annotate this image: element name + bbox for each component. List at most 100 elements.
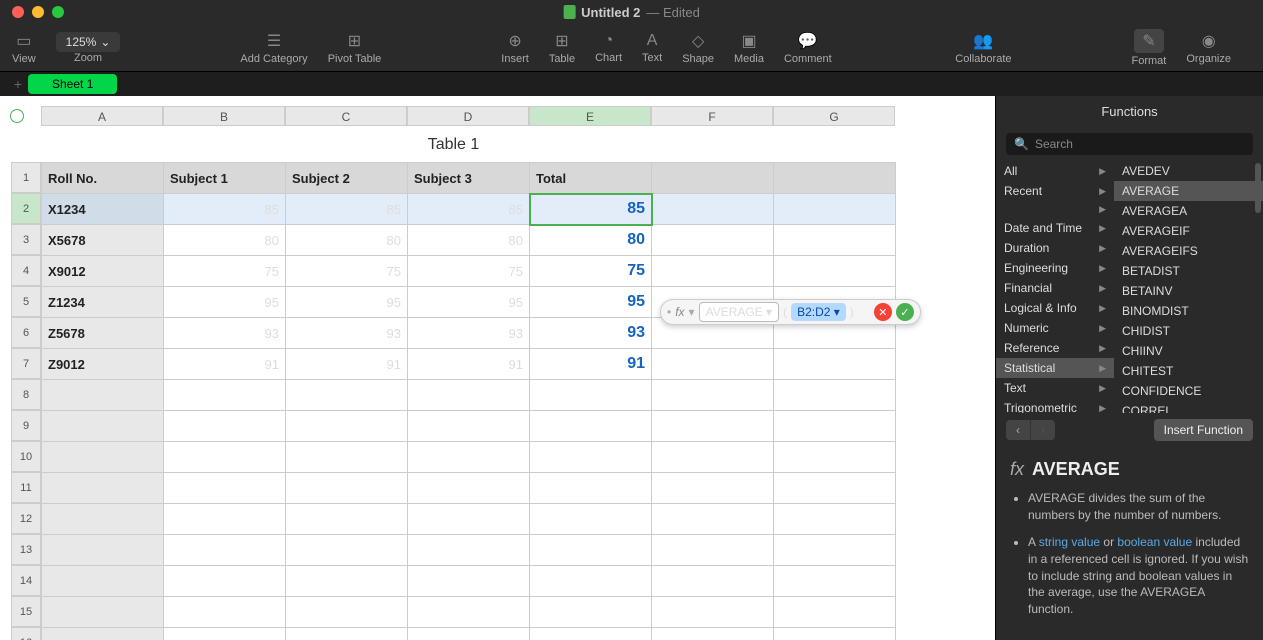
- col-header-e[interactable]: E: [529, 106, 651, 126]
- cell[interactable]: 80: [408, 225, 530, 256]
- cell[interactable]: [652, 442, 774, 473]
- formula-editor[interactable]: • fx ▾ AVERAGE ▾ ( B2:D2 ▾ ) ✕ ✓: [660, 299, 921, 325]
- formula-function-token[interactable]: AVERAGE ▾: [699, 302, 780, 322]
- cell[interactable]: [530, 442, 652, 473]
- nav-forward-button[interactable]: ›: [1030, 420, 1055, 440]
- cell[interactable]: 93: [164, 318, 286, 349]
- row-header-6[interactable]: 6: [11, 317, 41, 348]
- zoom-dropdown[interactable]: 125%⌄: [56, 32, 121, 52]
- hdr-s3[interactable]: Subject 3: [408, 163, 530, 194]
- row-header-16[interactable]: 16: [11, 627, 41, 640]
- cell[interactable]: [42, 628, 164, 640]
- category-item[interactable]: Financial▶: [996, 278, 1114, 298]
- zoom-control[interactable]: 125%⌄ Zoom: [56, 32, 121, 64]
- text-button[interactable]: A Text: [642, 32, 662, 64]
- cell[interactable]: [652, 535, 774, 566]
- cell-roll[interactable]: X1234: [42, 194, 164, 225]
- function-item[interactable]: CONFIDENCE: [1114, 381, 1263, 401]
- cell[interactable]: 91: [286, 349, 408, 380]
- cell[interactable]: [774, 349, 896, 380]
- cell[interactable]: [774, 411, 896, 442]
- cell[interactable]: [774, 473, 896, 504]
- cell[interactable]: [530, 411, 652, 442]
- table-title[interactable]: Table 1: [11, 126, 896, 162]
- function-search[interactable]: 🔍 Search: [1006, 133, 1253, 155]
- cell[interactable]: X9012: [42, 256, 164, 287]
- cell[interactable]: 80: [530, 225, 652, 256]
- function-item[interactable]: AVERAGEA: [1114, 201, 1263, 221]
- cell[interactable]: [42, 380, 164, 411]
- category-item[interactable]: Trigonometric▶: [996, 398, 1114, 413]
- category-item[interactable]: Date and Time▶: [996, 218, 1114, 238]
- insert-function-button[interactable]: Insert Function: [1154, 419, 1253, 441]
- cell[interactable]: [652, 628, 774, 640]
- cell[interactable]: [652, 256, 774, 287]
- row-header-13[interactable]: 13: [11, 534, 41, 565]
- boolean-value-link[interactable]: boolean value: [1117, 535, 1192, 549]
- add-sheet-button[interactable]: +: [8, 76, 28, 92]
- cell[interactable]: [408, 442, 530, 473]
- cell[interactable]: [164, 566, 286, 597]
- cell[interactable]: 85: [408, 194, 530, 225]
- spreadsheet-canvas[interactable]: A B C D E F G Table 1 1 2 3 4 5 6: [0, 96, 995, 640]
- category-item[interactable]: Recent▶: [996, 181, 1114, 201]
- cell[interactable]: [652, 163, 774, 194]
- cell[interactable]: [42, 504, 164, 535]
- cell[interactable]: [774, 256, 896, 287]
- close-window-button[interactable]: [12, 6, 24, 18]
- row-header-2[interactable]: 2: [11, 193, 41, 224]
- cell[interactable]: [774, 442, 896, 473]
- formula-range-token[interactable]: B2:D2 ▾: [791, 303, 846, 321]
- cell[interactable]: [164, 535, 286, 566]
- organize-button[interactable]: ◉ Organize: [1186, 31, 1231, 65]
- cell[interactable]: [774, 380, 896, 411]
- category-item[interactable]: Reference▶: [996, 338, 1114, 358]
- cell[interactable]: 93: [530, 318, 652, 349]
- cell[interactable]: [408, 628, 530, 640]
- cell[interactable]: [652, 225, 774, 256]
- col-header-c[interactable]: C: [285, 106, 407, 126]
- hdr-s1[interactable]: Subject 1: [164, 163, 286, 194]
- table-button[interactable]: ⊞ Table: [549, 31, 575, 65]
- insert-button[interactable]: ⊕ Insert: [501, 31, 529, 65]
- cell[interactable]: 91: [408, 349, 530, 380]
- add-category-button[interactable]: ☰ Add Category: [240, 31, 307, 65]
- row-header-15[interactable]: 15: [11, 596, 41, 627]
- col-header-f[interactable]: F: [651, 106, 773, 126]
- cell[interactable]: [42, 473, 164, 504]
- category-item[interactable]: ▶: [996, 201, 1114, 218]
- cell[interactable]: [652, 411, 774, 442]
- minimize-window-button[interactable]: [32, 6, 44, 18]
- col-header-b[interactable]: B: [163, 106, 285, 126]
- category-item[interactable]: All▶: [996, 161, 1114, 181]
- col-header-g[interactable]: G: [773, 106, 895, 126]
- function-item[interactable]: CHITEST: [1114, 361, 1263, 381]
- maximize-window-button[interactable]: [52, 6, 64, 18]
- category-item[interactable]: Numeric▶: [996, 318, 1114, 338]
- cell[interactable]: 85: [164, 194, 286, 225]
- cell[interactable]: [286, 380, 408, 411]
- cell[interactable]: [408, 504, 530, 535]
- cell[interactable]: [408, 566, 530, 597]
- cell[interactable]: Z1234: [42, 287, 164, 318]
- cell[interactable]: 95: [286, 287, 408, 318]
- collaborate-button[interactable]: 👥 Collaborate: [955, 31, 1011, 65]
- cell[interactable]: [286, 411, 408, 442]
- cell[interactable]: [774, 597, 896, 628]
- cell[interactable]: 91: [530, 349, 652, 380]
- cell[interactable]: [652, 349, 774, 380]
- hdr-s2[interactable]: Subject 2: [286, 163, 408, 194]
- hdr-total[interactable]: Total: [530, 163, 652, 194]
- cell[interactable]: 75: [530, 256, 652, 287]
- cell[interactable]: [286, 566, 408, 597]
- view-button[interactable]: ▭ View: [12, 31, 36, 65]
- cell[interactable]: [652, 194, 774, 225]
- cell[interactable]: [530, 380, 652, 411]
- cell[interactable]: X5678: [42, 225, 164, 256]
- string-value-link[interactable]: string value: [1039, 535, 1100, 549]
- cell[interactable]: 75: [408, 256, 530, 287]
- function-item[interactable]: CHIDIST: [1114, 321, 1263, 341]
- cell[interactable]: 95: [164, 287, 286, 318]
- cell[interactable]: Z5678: [42, 318, 164, 349]
- cell[interactable]: [286, 473, 408, 504]
